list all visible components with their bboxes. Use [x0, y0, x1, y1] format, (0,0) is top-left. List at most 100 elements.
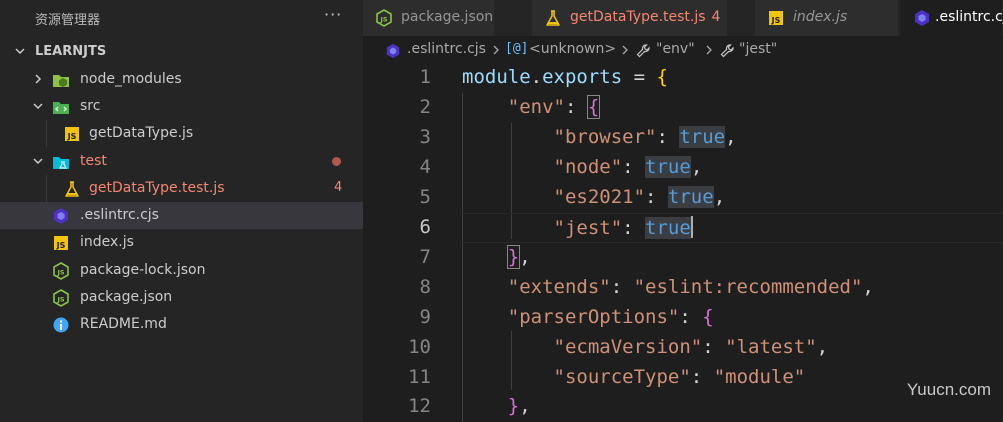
tab-eslintrc-cjs[interactable]: .eslintrc.cjs — [901, 0, 1003, 36]
code-line: 10 "ecmaVersion": "latest", — [363, 333, 1003, 363]
line-content: "env": { — [507, 95, 601, 119]
tab-package-json[interactable]: JS package.json — [363, 0, 495, 36]
svg-text:JS: JS — [56, 296, 64, 304]
line-content: "node": true, — [553, 156, 703, 178]
code-line: 7 }, — [363, 243, 1003, 273]
js-file-icon: JS — [769, 11, 783, 25]
chevron-right-icon — [35, 74, 42, 84]
tree-item-test[interactable]: test — [0, 148, 363, 175]
tab-getdatatype-test-js[interactable]: getDataType.test.js 4 — [532, 0, 728, 36]
line-content: }, — [507, 395, 531, 417]
text-cursor — [690, 216, 693, 238]
workspace-root[interactable]: LEARNJTS — [0, 41, 363, 63]
chevron-right-icon — [622, 45, 628, 55]
tree-item-getdatatype-test-js[interactable]: getDataType.test.js 4 — [0, 175, 363, 202]
tab-label: package.json — [401, 9, 494, 25]
breadcrumb-env[interactable]: "env" — [656, 41, 695, 57]
src-folder-icon — [53, 102, 69, 114]
line-content: module.exports = { — [462, 66, 668, 88]
more-actions-icon[interactable]: ··· — [324, 5, 342, 24]
breadcrumb-file[interactable]: .eslintrc.cjs — [407, 41, 486, 57]
line-number: 7 — [419, 246, 431, 268]
tree-item-src[interactable]: src — [0, 93, 363, 120]
tree-item-label: package-lock.json — [80, 262, 206, 278]
code-line: 3 "browser": true, — [363, 123, 1003, 153]
line-number: 1 — [419, 66, 431, 88]
line-number: 2 — [419, 96, 431, 118]
explorer-title: 资源管理器 — [35, 13, 101, 28]
line-content: "jest": true — [553, 216, 693, 239]
eslint-file-icon — [54, 208, 68, 224]
tree-item-node-modules[interactable]: node_modules — [0, 66, 363, 93]
nodejs-file-icon: JS — [53, 289, 69, 307]
code-editor[interactable]: 1 module.exports = { 2 "env": { 3 "brows… — [363, 63, 1003, 422]
tree-item-label: test — [80, 153, 107, 169]
tree-item-label: package.json — [80, 289, 173, 305]
test-file-icon — [65, 181, 79, 197]
test-folder-icon — [53, 157, 69, 169]
tree-item-label: index.js — [80, 234, 134, 250]
tab-label-group: getDataType.test.js 4 — [570, 9, 720, 25]
tree-item-index-js[interactable]: JS index.js — [0, 229, 363, 256]
tree-item-label: src — [80, 98, 101, 114]
chevron-down-icon — [33, 103, 43, 110]
indent-guide — [46, 175, 47, 202]
token: "eslint:recommended" — [633, 276, 863, 298]
token: "module" — [713, 366, 806, 388]
breadcrumb-jest[interactable]: "jest" — [739, 41, 777, 57]
eslint-file-icon — [915, 10, 929, 26]
symbol-variable-icon: [@] — [505, 41, 529, 56]
line-content: "extends": "eslint:recommended", — [507, 276, 874, 298]
breadcrumb-unknown[interactable]: <unknown> — [529, 41, 616, 57]
svg-text:JS: JS — [379, 16, 387, 24]
explorer-sidebar: 资源管理器 ··· LEARNJTS node_modules src JS g… — [0, 0, 363, 422]
svg-text:JS: JS — [56, 241, 66, 250]
js-file-icon: JS — [65, 127, 79, 141]
js-file-icon: JS — [54, 236, 68, 250]
chevron-right-icon — [706, 45, 712, 55]
line-content: "sourceType": "module" — [553, 366, 806, 388]
tab-index-js[interactable]: JS index.js — [755, 0, 899, 36]
nodejs-file-icon: JS — [53, 262, 69, 280]
explorer-header: 资源管理器 ··· — [0, 0, 363, 36]
token: "jest" — [553, 217, 623, 239]
tree-item-label: getDataType.js — [89, 125, 194, 141]
svg-text:JS: JS — [56, 269, 64, 277]
breadcrumb: .eslintrc.cjs [@] <unknown> "env" "jest" — [363, 38, 1003, 62]
tree-item-label: node_modules — [80, 71, 182, 87]
tree-item-package-json[interactable]: JS package.json — [0, 284, 363, 311]
tree-item-label: .eslintrc.cjs — [80, 207, 159, 223]
line-number: 9 — [419, 306, 431, 328]
tree-item-readme-md[interactable]: README.md — [0, 311, 363, 338]
eslint-file-icon — [386, 43, 400, 59]
tree-item-getdatatype-js[interactable]: JS getDataType.js — [0, 120, 363, 147]
token: "latest" — [725, 336, 817, 358]
info-file-icon — [53, 317, 69, 333]
wrench-icon — [720, 44, 734, 58]
token: exports — [542, 66, 623, 88]
line-number: 11 — [408, 366, 431, 388]
line-content: "es2021": true, — [553, 186, 726, 208]
line-content: "browser": true, — [553, 126, 737, 148]
line-number: 6 — [419, 216, 431, 238]
code-line: 5 "es2021": true, — [363, 183, 1003, 213]
tree-item-package-lock-json[interactable]: JS package-lock.json — [0, 257, 363, 284]
line-content: }, — [506, 245, 531, 269]
tab-bar: JS package.json getDataType.test.js 4 JS … — [363, 0, 1003, 36]
tab-label: index.js — [793, 9, 848, 25]
wrench-icon — [636, 44, 650, 58]
tree-item-label: getDataType.test.js — [89, 180, 225, 196]
tree-item-label: README.md — [80, 316, 167, 332]
token: "env" — [507, 96, 565, 118]
line-number: 5 — [419, 186, 431, 208]
chevron-right-icon — [493, 45, 499, 55]
test-file-icon — [546, 10, 560, 26]
token: "parserOptions" — [507, 306, 680, 328]
code-line-current: 6 "jest": true — [363, 213, 1003, 243]
token: "es2021" — [553, 186, 646, 208]
line-number: 10 — [408, 336, 431, 358]
watermark: Yuucn.com — [906, 380, 991, 399]
token: "sourceType" — [553, 366, 691, 388]
tree-item-eslintrc-cjs[interactable]: .eslintrc.cjs — [0, 202, 363, 229]
token: true — [679, 126, 726, 148]
